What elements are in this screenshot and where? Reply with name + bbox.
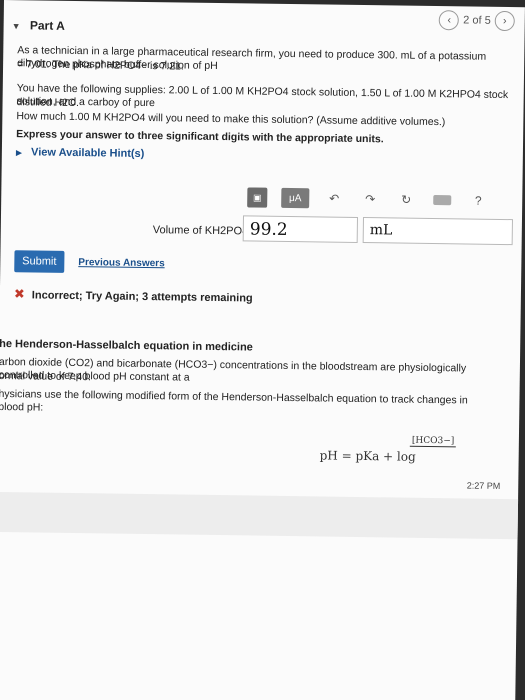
question-instruction: Express your answer to three significant… [16, 128, 384, 146]
hints-label: View Available Hint(s) [31, 146, 145, 160]
formula-numerator: [HCO3−] [409, 435, 457, 448]
undo-icon[interactable]: ↶ [323, 187, 345, 209]
chevron-right-icon[interactable]: › [494, 10, 515, 32]
units-button[interactable]: μA [281, 187, 310, 209]
section-title: he Henderson-Hasselbalch equation in med… [0, 337, 253, 354]
error-x-icon: ✖ [13, 286, 25, 302]
template-icon[interactable]: ▣ [247, 187, 268, 208]
part-title: Part A [29, 18, 65, 33]
part-a-header[interactable]: ▼ Part A [11, 18, 65, 33]
status-time: 2:27 PM [466, 480, 501, 491]
expand-triangle-icon: ▶ [15, 148, 23, 158]
answer-value-input[interactable]: 99.2 [242, 215, 359, 243]
taskbar [0, 491, 519, 540]
help-button[interactable]: ? [467, 189, 489, 211]
pager: ‹ 2 of 5 › [439, 10, 515, 32]
previous-answers-link[interactable]: Previous Answers [78, 257, 164, 269]
submit-button[interactable]: Submit [14, 250, 65, 273]
reset-icon[interactable]: ↻ [395, 188, 417, 210]
view-hints-link[interactable]: ▶ View Available Hint(s) [16, 146, 145, 160]
collapse-caret-icon: ▼ [11, 21, 21, 32]
section-para-3: hysicians use the following modified for… [0, 387, 468, 414]
feedback-message: ✖ Incorrect; Try Again; 3 attempts remai… [14, 286, 253, 305]
formula-lhs: pH = pKa + log [319, 448, 416, 464]
browser-screen: ‹ 2 of 5 › ▼ Part A As a technician in a… [0, 0, 525, 700]
pager-text: 2 of 5 [463, 14, 491, 27]
feedback-text: Incorrect; Try Again; 3 attempts remaini… [31, 289, 253, 305]
answer-unit-input[interactable]: mL [362, 217, 513, 246]
redo-icon[interactable]: ↷ [359, 188, 381, 210]
chevron-left-icon[interactable]: ‹ [439, 10, 460, 31]
keyboard-icon[interactable] [431, 189, 453, 211]
photo-stage: ‹ 2 of 5 › ▼ Part A As a technician in a… [0, 0, 525, 700]
math-toolbar: ▣ μA ↶ ↷ ↻ ? [241, 185, 517, 213]
